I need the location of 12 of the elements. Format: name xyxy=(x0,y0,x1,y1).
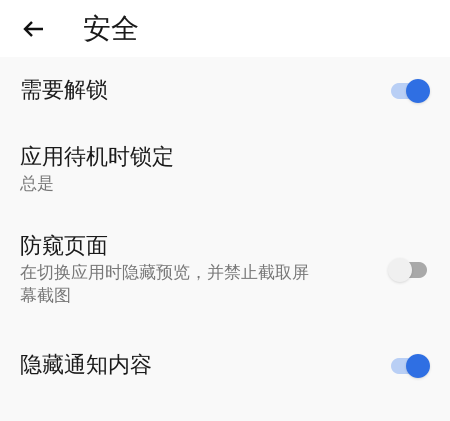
setting-title: 防窥页面 xyxy=(20,233,109,261)
back-arrow-icon xyxy=(22,20,44,38)
setting-description: 总是 xyxy=(20,173,55,196)
setting-description: 在切换应用时隐藏预览，并禁止截取屏幕截图 xyxy=(20,262,310,308)
settings-row[interactable]: 隐藏通知内容 xyxy=(0,326,450,406)
settings-row[interactable]: 需要解锁 xyxy=(0,57,450,125)
setting-title: 应用待机时锁定 xyxy=(20,144,175,172)
page-title: 安全 xyxy=(83,10,139,46)
setting-title: 需要解锁 xyxy=(20,77,109,105)
settings-row[interactable]: 应用待机时锁定 总是 xyxy=(0,125,450,214)
setting-title: 隐藏通知内容 xyxy=(20,352,153,380)
settings-row[interactable]: 防窥页面 在切换应用时隐藏预览，并禁止截取屏幕截图 xyxy=(0,214,450,326)
